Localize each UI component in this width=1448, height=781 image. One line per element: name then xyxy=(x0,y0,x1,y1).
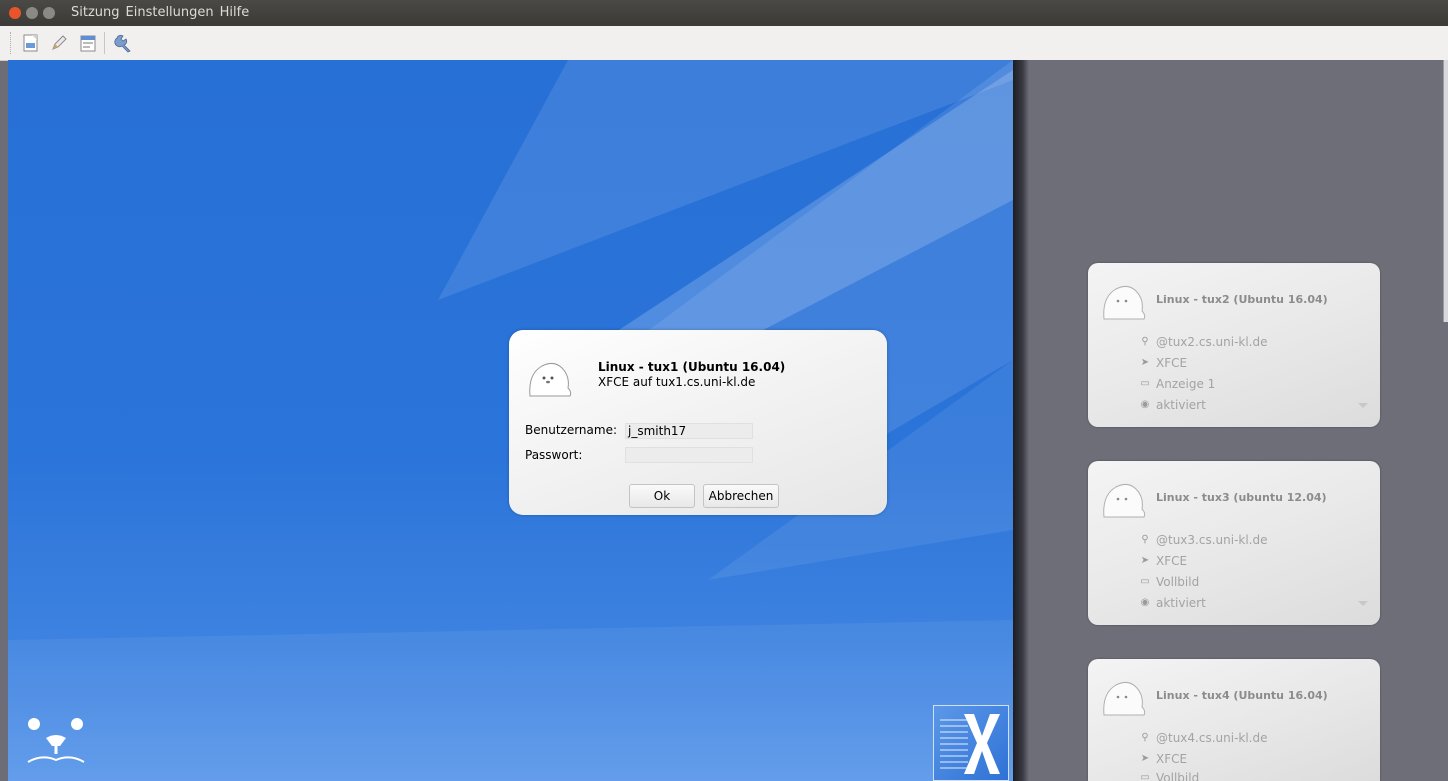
session-desktop: XFCE xyxy=(1156,752,1188,766)
session-pane-divider[interactable] xyxy=(1013,60,1029,781)
toolbar xyxy=(0,26,1448,61)
chevron-down-icon[interactable] xyxy=(1358,601,1368,606)
display-icon: ▭ xyxy=(1140,772,1150,781)
session-host-row: ⚲ @tux3.cs.uni-kl.de xyxy=(1138,533,1268,547)
seal-avatar-icon xyxy=(524,352,574,402)
session-host-row: ⚲ @tux2.cs.uni-kl.de xyxy=(1138,335,1268,349)
menu-einstellungen[interactable]: Einstellungen xyxy=(126,5,214,20)
password-input[interactable] xyxy=(625,447,753,463)
ok-button[interactable]: Ok xyxy=(629,484,695,508)
menu-sitzung[interactable]: Sitzung xyxy=(71,5,120,20)
x2go-x-logo xyxy=(933,705,1009,781)
session-display: Anzeige 1 xyxy=(1156,377,1216,391)
window-close-button[interactable] xyxy=(9,7,21,19)
key-icon: ⚲ xyxy=(1141,336,1149,347)
dialog-session-title: Linux - tux1 (Ubuntu 16.04) xyxy=(598,360,786,374)
application-menubar: Sitzung Einstellungen Hilfe xyxy=(0,0,1448,26)
settings-wrench-icon[interactable] xyxy=(112,32,134,54)
session-desktop-row: ➤ XFCE xyxy=(1138,356,1187,370)
seal-avatar-icon xyxy=(1098,671,1148,721)
xfce-mouse-icon: ➤ xyxy=(1140,753,1150,764)
window-maximize-button[interactable] xyxy=(43,7,55,19)
session-host: @tux3.cs.uni-kl.de xyxy=(1156,533,1268,547)
dialog-session-subtitle: XFCE auf tux1.cs.uni-kl.de xyxy=(598,375,756,389)
session-display-row: ▭ Vollbild xyxy=(1138,575,1199,589)
session-host: @tux4.cs.uni-kl.de xyxy=(1156,731,1268,745)
toolbar-grip[interactable] xyxy=(10,32,14,54)
window-minimize-button[interactable] xyxy=(26,7,38,19)
session-title: Linux - tux3 (ubuntu 12.04) xyxy=(1156,491,1327,504)
session-list-scrollbar[interactable] xyxy=(1443,60,1448,322)
chevron-down-icon[interactable] xyxy=(1358,403,1368,408)
session-display-row: ▭ Vollbild xyxy=(1138,771,1199,781)
session-manager-icon[interactable] xyxy=(78,32,100,54)
session-sound-row: ◉ aktiviert xyxy=(1138,398,1206,412)
session-display-row: ▭ Anzeige 1 xyxy=(1138,377,1215,391)
seal-avatar-icon xyxy=(1098,473,1148,523)
seal-avatar-icon xyxy=(1098,275,1148,325)
session-title: Linux - tux4 (Ubuntu 16.04) xyxy=(1156,689,1328,702)
session-card-tux3[interactable]: Linux - tux3 (ubuntu 12.04) ⚲ @tux3.cs.un… xyxy=(1088,461,1380,625)
username-label: Benutzername: xyxy=(525,423,618,437)
session-sound: aktiviert xyxy=(1156,398,1206,412)
session-host: @tux2.cs.uni-kl.de xyxy=(1156,335,1268,349)
key-icon: ⚲ xyxy=(1141,732,1149,743)
display-icon: ▭ xyxy=(1140,576,1150,587)
display-icon: ▭ xyxy=(1140,378,1150,389)
session-host-row: ⚲ @tux4.cs.uni-kl.de xyxy=(1138,731,1268,745)
password-label: Passwort: xyxy=(525,448,583,462)
session-card-tux2[interactable]: Linux - tux2 (Ubuntu 16.04) ⚲ @tux2.cs.un… xyxy=(1088,263,1380,427)
xfce-mouse-icon: ➤ xyxy=(1140,357,1150,368)
session-desktop: XFCE xyxy=(1156,554,1188,568)
session-sound-row: ◉ aktiviert xyxy=(1138,596,1206,610)
session-desktop: XFCE xyxy=(1156,356,1188,370)
key-icon: ⚲ xyxy=(1141,534,1149,545)
speaker-icon: ◉ xyxy=(1140,399,1150,410)
login-dialog: Linux - tux1 (Ubuntu 16.04) XFCE auf tux… xyxy=(509,330,887,515)
session-title: Linux - tux2 (Ubuntu 16.04) xyxy=(1156,293,1328,306)
remote-desktop-view[interactable]: Linux - tux1 (Ubuntu 16.04) XFCE auf tux… xyxy=(8,60,1013,781)
cancel-button[interactable]: Abbrechen xyxy=(703,484,779,508)
menu-hilfe[interactable]: Hilfe xyxy=(220,5,250,20)
session-display: Vollbild xyxy=(1156,771,1200,781)
edit-session-icon[interactable] xyxy=(48,32,70,54)
session-card-tux4[interactable]: Linux - tux4 (Ubuntu 16.04) ⚲ @tux4.cs.un… xyxy=(1088,659,1380,781)
toolbar-separator xyxy=(104,32,105,54)
new-session-icon[interactable] xyxy=(20,32,42,54)
session-desktop-row: ➤ XFCE xyxy=(1138,752,1187,766)
xfce-mouse-icon: ➤ xyxy=(1140,555,1150,566)
speaker-icon: ◉ xyxy=(1140,597,1150,608)
session-display: Vollbild xyxy=(1156,575,1200,589)
session-desktop-row: ➤ XFCE xyxy=(1138,554,1187,568)
menu-list: Sitzung Einstellungen Hilfe xyxy=(71,5,249,20)
session-sound: aktiviert xyxy=(1156,596,1206,610)
username-input[interactable]: j_smith17 xyxy=(625,423,753,439)
seal-face-logo xyxy=(22,710,92,770)
